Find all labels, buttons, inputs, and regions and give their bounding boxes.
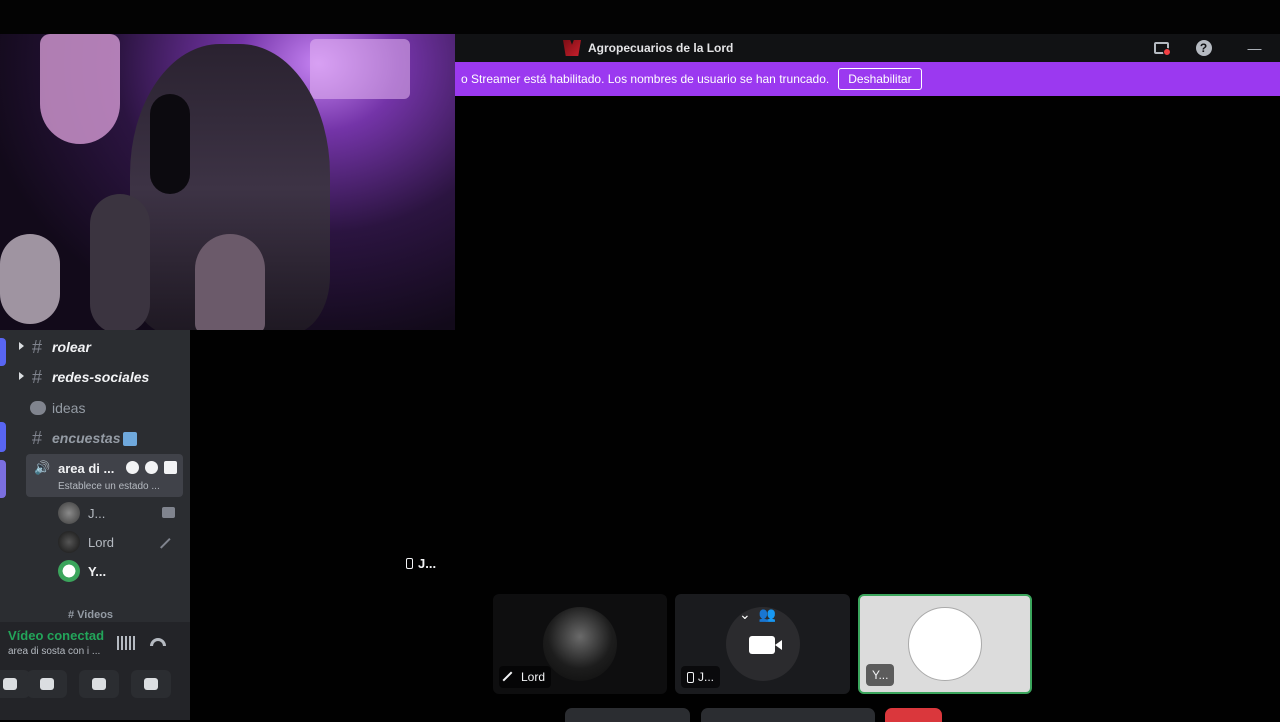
floating-user-name: J...	[418, 556, 437, 571]
tile-name: Lord	[521, 670, 546, 684]
channel-label: encuestas	[52, 430, 138, 447]
channel-label: rolear	[52, 339, 91, 355]
video-shape	[195, 234, 265, 330]
participant-tile-lord[interactable]: Lord	[493, 594, 667, 694]
caret-icon	[19, 342, 24, 350]
noise-suppression-icon[interactable]	[117, 636, 135, 650]
connection-status[interactable]: Vídeo conectado	[8, 628, 104, 643]
tile-label: Y...	[866, 664, 895, 686]
people-icon[interactable]: 👥	[759, 606, 776, 623]
chat-icon[interactable]	[126, 461, 139, 474]
soundboard-button[interactable]	[131, 670, 171, 698]
chart-emoji-icon	[123, 432, 138, 447]
tile-label: J...	[681, 666, 721, 688]
voice-member[interactable]: Y...	[58, 559, 183, 583]
share-screen-button[interactable]	[27, 670, 67, 698]
camera-icon	[3, 678, 17, 690]
server-title: Agropecuarios de la Lord	[563, 40, 733, 56]
video-shape	[40, 34, 120, 144]
participant-tile-y[interactable]: Y...	[858, 594, 1032, 694]
video-shape	[0, 234, 60, 324]
avatar	[908, 607, 982, 681]
avatar	[543, 607, 617, 681]
server-rail	[0, 330, 6, 610]
floating-user-label: J...	[406, 556, 436, 571]
avatar	[58, 531, 80, 553]
window-top-strip	[0, 0, 1280, 34]
channel-label: ideas	[52, 400, 86, 416]
voice-channel-status[interactable]: Establece un estado ...	[58, 481, 160, 492]
streamer-mode-banner: o Streamer está habilitado. Los nombres …	[455, 62, 1280, 96]
camera-icon	[162, 507, 175, 518]
connection-actions	[0, 666, 190, 720]
voice-connection-panel: Vídeo conectado area di sosta con i ...	[0, 622, 190, 666]
screen-share-icon	[40, 678, 54, 690]
screen-share-icon[interactable]	[1153, 40, 1171, 56]
gamepad-icon	[92, 678, 106, 690]
voice-member[interactable]: J...	[58, 501, 183, 525]
avatar	[58, 502, 80, 524]
avatar	[58, 560, 80, 582]
participant-tile-j[interactable]: ⌄ 👥 J...	[675, 594, 850, 694]
activities-button[interactable]	[79, 670, 119, 698]
help-icon[interactable]: ?	[1195, 40, 1212, 56]
member-name: Y...	[88, 563, 107, 579]
disable-button[interactable]: Deshabilitar	[838, 68, 922, 90]
channel-label: redes-sociales	[52, 369, 150, 385]
member-name: J...	[88, 505, 106, 521]
channel-ideas[interactable]: ideas	[28, 395, 183, 421]
server-indicator[interactable]	[0, 460, 6, 498]
camera-button[interactable]	[0, 670, 30, 698]
channel-rolear[interactable]: # rolear	[19, 334, 183, 360]
muted-mic-icon	[160, 538, 177, 555]
title-bar: Agropecuarios de la Lord ? —	[455, 34, 1280, 62]
server-indicator[interactable]	[0, 338, 6, 366]
tile-name: J...	[698, 670, 715, 684]
invite-icon[interactable]	[145, 461, 158, 474]
muted-mic-icon	[502, 671, 520, 689]
video-shape	[310, 39, 410, 99]
gear-icon[interactable]	[164, 461, 177, 474]
speaker-icon: 🔊	[34, 460, 51, 475]
member-name: Lord	[88, 534, 115, 550]
video-shape	[90, 194, 150, 330]
disconnect-icon[interactable]	[150, 638, 166, 646]
server-indicator[interactable]	[0, 422, 6, 452]
minimize-button[interactable]: —	[1246, 40, 1263, 56]
connection-channel[interactable]: area di sosta con i ...	[8, 646, 100, 657]
server-icon	[563, 40, 581, 56]
camera-icon	[749, 636, 782, 654]
mobile-icon	[406, 558, 413, 569]
window-title: Agropecuarios de la Lord	[588, 41, 734, 55]
voice-member[interactable]: Lord	[58, 530, 183, 555]
mobile-icon	[687, 671, 694, 683]
video-shape	[150, 94, 190, 194]
caret-icon	[19, 372, 24, 380]
forum-icon	[30, 401, 46, 415]
channel-videos[interactable]: # Videos	[68, 609, 113, 621]
hash-icon: #	[31, 427, 42, 448]
voice-channel-name: area di ...	[58, 461, 115, 476]
tile-label: Lord	[499, 666, 552, 689]
banner-text: o Streamer está habilitado. Los nombres …	[461, 72, 830, 86]
tile-name: Y...	[872, 668, 889, 682]
chevron-down-icon[interactable]: ⌄	[739, 606, 751, 623]
voice-channel[interactable]: 🔊 area di ... Establece un estado ...	[26, 454, 183, 497]
channel-encuestas[interactable]: # encuestas	[28, 425, 183, 451]
video-preview[interactable]	[0, 34, 455, 330]
soundboard-icon	[144, 678, 158, 690]
channel-redes-sociales[interactable]: # redes-sociales	[19, 364, 183, 390]
hash-icon: #	[31, 366, 42, 387]
hash-icon: #	[31, 336, 42, 357]
